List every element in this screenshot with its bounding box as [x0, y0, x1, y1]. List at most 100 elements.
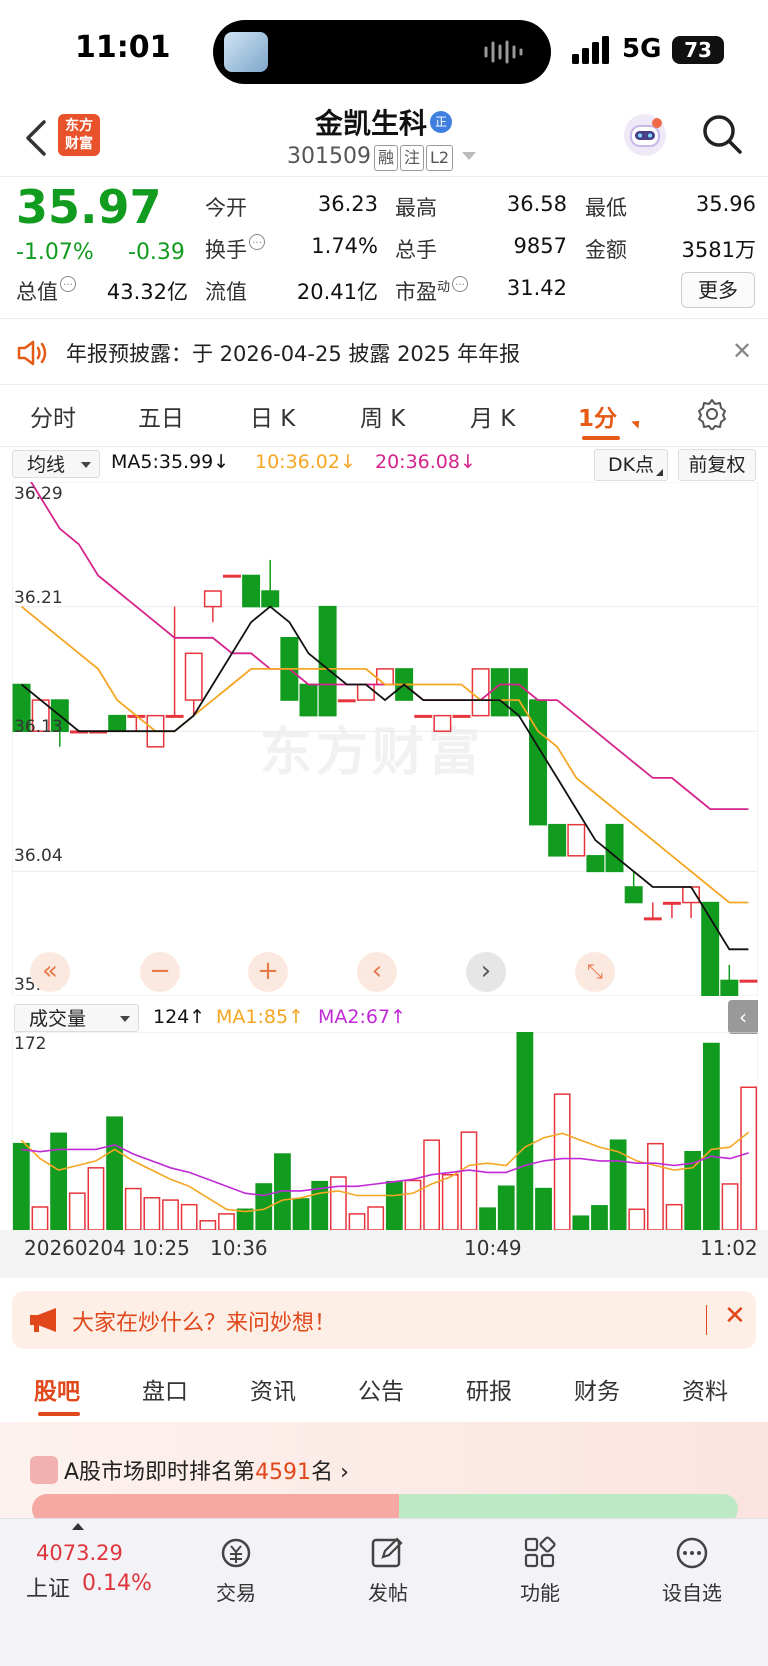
open-label: 今开: [205, 196, 247, 220]
float-value: 20.41亿: [296, 280, 378, 304]
volume-bar: [535, 1187, 552, 1230]
candle-body: [356, 683, 375, 701]
fast-backward-button[interactable]: «: [30, 952, 70, 992]
tab-one-minute[interactable]: 1分: [578, 399, 617, 433]
zoom-out-button[interactable]: −: [140, 952, 180, 992]
time-label: 10:49: [464, 1236, 522, 1260]
bottom-nav: 4073.29 上证 0.14% 交易 发帖 功能 设自选: [0, 1518, 768, 1666]
gear-icon[interactable]: [696, 398, 728, 430]
fullscreen-button[interactable]: ⤡: [575, 952, 615, 992]
tab-intraday[interactable]: 分时: [30, 399, 76, 433]
tab-monthly-k[interactable]: 月 K: [470, 399, 515, 433]
nav-functions[interactable]: 功能: [495, 1577, 585, 1606]
candle-body: [337, 699, 356, 703]
turnover-label-text: 换手: [205, 238, 247, 262]
index-value[interactable]: 4073.29: [36, 1541, 123, 1565]
battery-icon: 73: [672, 36, 724, 64]
chevron-down-icon: [120, 1016, 130, 1022]
speaker-icon: [17, 340, 47, 366]
corner-triangle-icon: [656, 469, 663, 476]
candle-body: [720, 979, 739, 996]
nav-post[interactable]: 发帖: [343, 1577, 433, 1606]
post-icon[interactable]: [368, 1535, 408, 1571]
candle-body: [471, 668, 490, 717]
index-name[interactable]: 上证: [26, 1571, 70, 1603]
tab-order-book[interactable]: 盘口: [142, 1372, 188, 1406]
volume-bar: [441, 1173, 459, 1230]
add-watchlist-icon[interactable]: [672, 1535, 712, 1571]
close-icon[interactable]: ✕: [732, 337, 752, 365]
banner-text: 大家在炒什么？来问妙想！: [72, 1311, 337, 1336]
next-button[interactable]: ›: [466, 952, 506, 992]
chevron-down-icon: [81, 462, 91, 468]
zoom-in-button[interactable]: +: [248, 952, 288, 992]
ai-robot-icon[interactable]: [622, 112, 668, 158]
candle-body: [261, 590, 280, 608]
switch-stock-arrow-icon[interactable]: [462, 152, 476, 160]
tab-announcements[interactable]: 公告: [358, 1372, 404, 1406]
volume-indicator-select[interactable]: 成交量: [14, 1004, 139, 1032]
volume-value: 9857: [513, 234, 567, 258]
active-tab-indicator: [38, 1412, 80, 1416]
nav-trade[interactable]: 交易: [191, 1577, 281, 1606]
volume-bar: [218, 1213, 235, 1230]
search-icon[interactable]: [700, 112, 744, 156]
volume-bar: [12, 1142, 30, 1230]
ma10-text: 10:36.02: [255, 451, 340, 473]
ma20-line: [30, 482, 749, 811]
turnover-label[interactable]: 换手…: [205, 234, 265, 264]
low-value: 35.96: [695, 192, 756, 216]
volume-chart[interactable]: [12, 1032, 758, 1230]
total-value: 43.32亿: [106, 280, 188, 304]
divider: [0, 384, 768, 385]
pe-label[interactable]: 市盈动…: [395, 276, 469, 306]
volume-ma1: MA1:85↑: [216, 1006, 304, 1028]
volume-bar: [553, 1093, 571, 1230]
trade-icon[interactable]: [216, 1535, 256, 1571]
ma5-text: MA5:35.99: [111, 451, 214, 473]
dynamic-island[interactable]: [213, 20, 551, 84]
more-button[interactable]: 更多: [681, 272, 755, 308]
notice-bar[interactable]: 年报预披露：于 2026-04-25 披露 2025 年年报 ✕: [0, 320, 768, 384]
ask-banner[interactable]: 大家在炒什么？来问妙想！ ✕: [12, 1291, 756, 1349]
index-change[interactable]: 0.14%: [82, 1571, 152, 1596]
volume-bar: [87, 1167, 105, 1230]
tab-financials[interactable]: 财务: [574, 1372, 620, 1406]
ma10-line: [21, 605, 749, 904]
active-tab-indicator: [582, 436, 620, 440]
candle-body: [567, 823, 586, 857]
candle-body: [108, 714, 127, 732]
tab-five-day[interactable]: 五日: [138, 399, 184, 433]
tab-guba[interactable]: 股吧: [34, 1372, 80, 1406]
indicator-select[interactable]: 均线: [12, 450, 100, 478]
functions-icon[interactable]: [520, 1535, 560, 1571]
tab-research[interactable]: 研报: [466, 1372, 512, 1406]
nav-add-watchlist[interactable]: 设自选: [647, 1577, 737, 1606]
divider: [0, 446, 768, 447]
status-bar: 11:01 5G 73: [0, 0, 768, 100]
candle-body: [586, 855, 605, 873]
previous-button[interactable]: ‹: [357, 952, 397, 992]
candle-body: [624, 886, 643, 904]
tab-profile[interactable]: 资料: [682, 1372, 728, 1406]
collapse-panel-arrow-icon[interactable]: ‹: [728, 1000, 758, 1034]
rank-prefix: A股市场即时排名第: [64, 1460, 256, 1485]
tab-news[interactable]: 资讯: [250, 1372, 296, 1406]
forward-adjust-button[interactable]: 前复权: [678, 449, 756, 481]
close-icon[interactable]: ✕: [724, 1301, 746, 1331]
tab-daily-k[interactable]: 日 K: [250, 399, 295, 433]
dk-point-button[interactable]: DK点: [594, 449, 668, 481]
volume-label: 总手: [395, 238, 437, 262]
rank-number: 4591: [255, 1460, 312, 1485]
volume-bar: [180, 1203, 198, 1230]
expand-up-icon[interactable]: [72, 1523, 84, 1530]
ma10-value: 10:36.02↓: [255, 451, 356, 473]
network-type: 5G: [622, 34, 662, 64]
candlestick-chart[interactable]: [12, 482, 758, 996]
volume-select-label: 成交量: [29, 1008, 87, 1030]
tab-weekly-k[interactable]: 周 K: [360, 399, 405, 433]
dk-point-label: DK点: [607, 454, 655, 476]
candle-body: [222, 574, 241, 578]
clock: 11:01: [75, 30, 171, 65]
total-value-label[interactable]: 总值…: [16, 276, 76, 306]
